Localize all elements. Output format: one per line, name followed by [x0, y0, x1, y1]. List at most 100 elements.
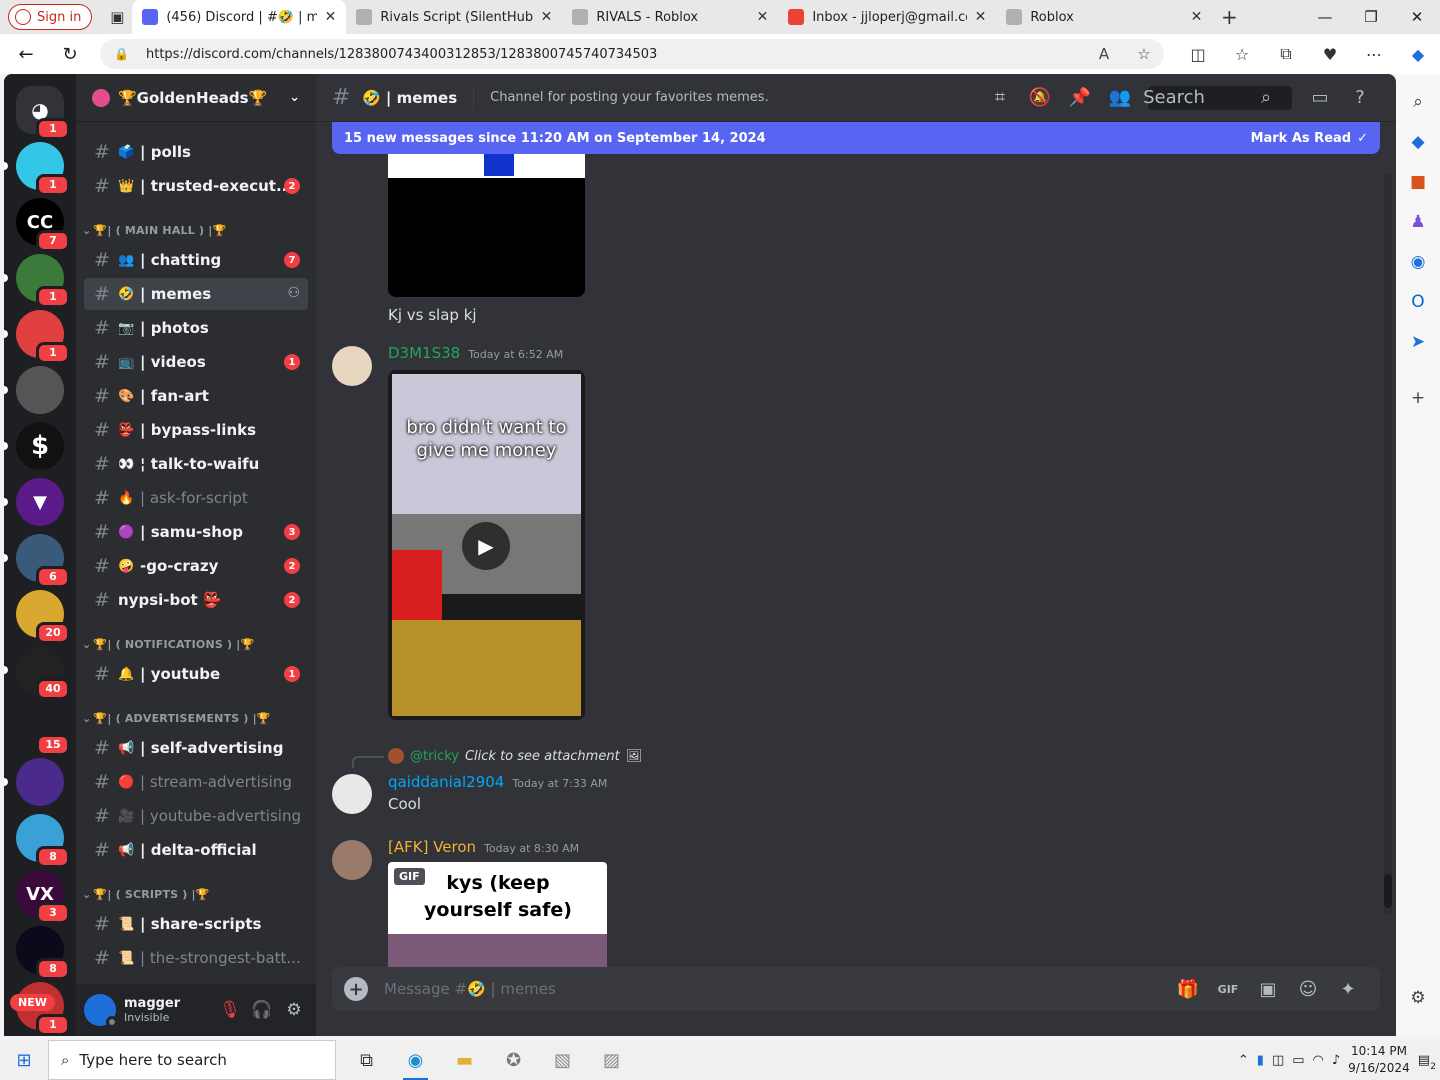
- user-info[interactable]: magger Invisible: [124, 996, 180, 1024]
- reply-author[interactable]: @tricky: [410, 749, 459, 764]
- channel-item[interactable]: # 🔴 | stream-advertising: [84, 766, 308, 798]
- search-input[interactable]: Search ⌕: [1143, 85, 1292, 110]
- server-icon[interactable]: CC 7: [16, 198, 70, 252]
- server-icon[interactable]: NEW 1: [10, 982, 70, 1036]
- category-scripts[interactable]: ⌄ 🏆| ( SCRIPTS ) |🏆: [82, 888, 210, 901]
- channel-item[interactable]: # 📢 | self-advertising: [84, 732, 308, 764]
- browser-signin-button[interactable]: Sign in: [8, 4, 93, 30]
- read-aloud-icon[interactable]: A: [1084, 45, 1124, 63]
- threads-icon[interactable]: ⌗: [980, 82, 1020, 114]
- favorite-star-icon[interactable]: ☆: [1124, 45, 1164, 63]
- browser-tab-rivals-script[interactable]: Rivals Script (SilentHub) - Top ✕: [346, 0, 562, 34]
- new-tab-button[interactable]: +: [1212, 5, 1246, 29]
- tray-app-icon[interactable]: ▮: [1257, 1053, 1264, 1068]
- channel-item[interactable]: # 👑 | trusted-execut... 2: [84, 170, 308, 202]
- channel-item[interactable]: # 🔥 | ask-for-script: [84, 482, 308, 514]
- server-icon[interactable]: [4, 366, 64, 414]
- back-icon[interactable]: ←: [8, 38, 44, 70]
- refresh-icon[interactable]: ↻: [52, 38, 88, 70]
- restore-icon[interactable]: ❐: [1348, 0, 1394, 34]
- reply-text[interactable]: Click to see attachment: [465, 749, 620, 764]
- chevron-down-icon[interactable]: ⌄: [289, 90, 300, 105]
- outlook-icon[interactable]: O: [1402, 282, 1434, 322]
- close-tab-icon[interactable]: ✕: [1191, 9, 1203, 25]
- notifications-icon[interactable]: ▤ 2: [1418, 1053, 1436, 1072]
- avatar[interactable]: [332, 774, 372, 814]
- add-sidebar-icon[interactable]: +: [1402, 378, 1434, 418]
- upload-plus-icon[interactable]: +: [344, 977, 368, 1001]
- emoji-picker-icon[interactable]: ☺: [1288, 973, 1328, 1005]
- channel-item[interactable]: # 🤪 -go-crazy 2: [84, 550, 308, 582]
- author-name[interactable]: D3M1S38: [388, 344, 460, 362]
- shopping-icon[interactable]: ◆: [1402, 122, 1434, 162]
- channel-item[interactable]: # 🎨 | fan-art: [84, 380, 308, 412]
- channel-item[interactable]: # 👺 | bypass-links: [84, 414, 308, 446]
- server-icon[interactable]: VX 3: [16, 870, 70, 924]
- channel-item[interactable]: # 📷 | photos: [84, 312, 308, 344]
- sidebar-settings-icon[interactable]: ⚙: [1402, 978, 1434, 1018]
- avatar[interactable]: [332, 840, 372, 880]
- file-explorer-icon[interactable]: ▬: [440, 1040, 489, 1080]
- channel-item[interactable]: # 📜 | share-scripts: [84, 908, 308, 940]
- browser-tab-rivals-roblox[interactable]: RIVALS - Roblox ✕: [562, 0, 778, 34]
- video-attachment[interactable]: bro didn't want to give me money ▶: [388, 370, 585, 720]
- gif-attachment[interactable]: GIF kys (keep yourself safe): [388, 862, 607, 967]
- category-notifications[interactable]: ⌄ 🏆| ( NOTIFICATIONS ) |🏆: [82, 638, 254, 651]
- gif-picker-icon[interactable]: GIF: [1208, 973, 1248, 1005]
- channel-item[interactable]: # 🎥 | youtube-advertising: [84, 800, 308, 832]
- channel-item-selected[interactable]: # 🤣 | memes ⚇: [84, 278, 308, 310]
- server-icon[interactable]: 15: [16, 702, 70, 756]
- server-icon[interactable]: 1: [4, 254, 70, 308]
- message-scrollbar[interactable]: [1384, 174, 1392, 914]
- channel-item[interactable]: # 📜 | the-strongest-batt...: [84, 942, 308, 974]
- close-tab-icon[interactable]: ✕: [975, 9, 987, 25]
- browser-tab-discord[interactable]: (456) Discord | #🤣 | memes ✕: [132, 0, 347, 34]
- category-advertisements[interactable]: ⌄ 🏆| ( ADVERTISEMENTS ) |🏆: [82, 712, 271, 725]
- scrollbar-thumb[interactable]: [1384, 874, 1392, 908]
- server-icon[interactable]: [4, 758, 64, 806]
- create-invite-icon[interactable]: ⚇: [287, 285, 300, 301]
- battery-icon[interactable]: ▭: [1292, 1053, 1304, 1068]
- message-input[interactable]: Message #🤣 | memes: [384, 980, 556, 998]
- new-messages-bar[interactable]: 15 new messages since 11:20 AM on Septem…: [332, 122, 1380, 154]
- close-window-icon[interactable]: ✕: [1394, 0, 1440, 34]
- direct-messages-button[interactable]: ◕ 1: [16, 86, 70, 140]
- task-view-icon[interactable]: ⧉: [342, 1040, 391, 1080]
- server-icon[interactable]: 1: [4, 142, 70, 196]
- favorites-icon[interactable]: ☆: [1220, 38, 1264, 70]
- send-icon[interactable]: ➤: [1402, 322, 1434, 362]
- channel-item[interactable]: # 👀 ¦ talk-to-waifu: [84, 448, 308, 480]
- microsoft365-icon[interactable]: ◉: [1402, 242, 1434, 282]
- wifi-icon[interactable]: ◠: [1313, 1053, 1324, 1068]
- tab-actions-icon[interactable]: ▣: [102, 4, 132, 30]
- url-field[interactable]: 🔒 https://discord.com/channels/128380074…: [100, 39, 1164, 69]
- minimize-icon[interactable]: —: [1302, 0, 1348, 34]
- games-icon[interactable]: ♟: [1402, 202, 1434, 242]
- reply-preview[interactable]: @tricky Click to see attachment 🖼: [388, 748, 642, 764]
- server-icon[interactable]: 1: [4, 310, 70, 364]
- clock[interactable]: 10:14 PM 9/16/2024: [1348, 1043, 1410, 1077]
- edge-browser-icon[interactable]: ◉: [391, 1040, 440, 1080]
- mark-as-read-button[interactable]: Mark As Read: [1251, 131, 1352, 146]
- microphone-muted-icon[interactable]: 🎙: [214, 994, 246, 1026]
- avatar[interactable]: [332, 346, 372, 386]
- avatar[interactable]: [84, 994, 118, 1028]
- channel-item[interactable]: # 📺 | videos 1: [84, 346, 308, 378]
- search-icon[interactable]: ⌕: [1402, 82, 1434, 122]
- help-icon[interactable]: ?: [1340, 82, 1380, 114]
- lock-icon[interactable]: 🔒: [114, 47, 132, 61]
- more-options-icon[interactable]: ⋯: [1352, 38, 1396, 70]
- close-tab-icon[interactable]: ✕: [757, 9, 769, 25]
- server-icon[interactable]: 20: [16, 590, 70, 644]
- store-icon[interactable]: ✪: [489, 1040, 538, 1080]
- browser-tab-gmail[interactable]: Inbox - jjloperj@gmail.com - ✕: [778, 0, 996, 34]
- apps-icon[interactable]: ✦: [1328, 973, 1368, 1005]
- browser-tab-roblox[interactable]: Roblox ✕: [996, 0, 1212, 34]
- channel-item[interactable]: # nypsi-bot 👺 2: [84, 584, 308, 616]
- server-header[interactable]: 🏆GoldenHeads🏆 ⌄: [76, 74, 316, 122]
- server-icon[interactable]: 6: [4, 534, 70, 588]
- channel-item[interactable]: # 🟣 | samu-shop 3: [84, 516, 308, 548]
- user-settings-icon[interactable]: ⚙: [278, 994, 310, 1026]
- app-icon[interactable]: ▧: [538, 1040, 587, 1080]
- show-hidden-icons-icon[interactable]: ⌃: [1238, 1053, 1249, 1068]
